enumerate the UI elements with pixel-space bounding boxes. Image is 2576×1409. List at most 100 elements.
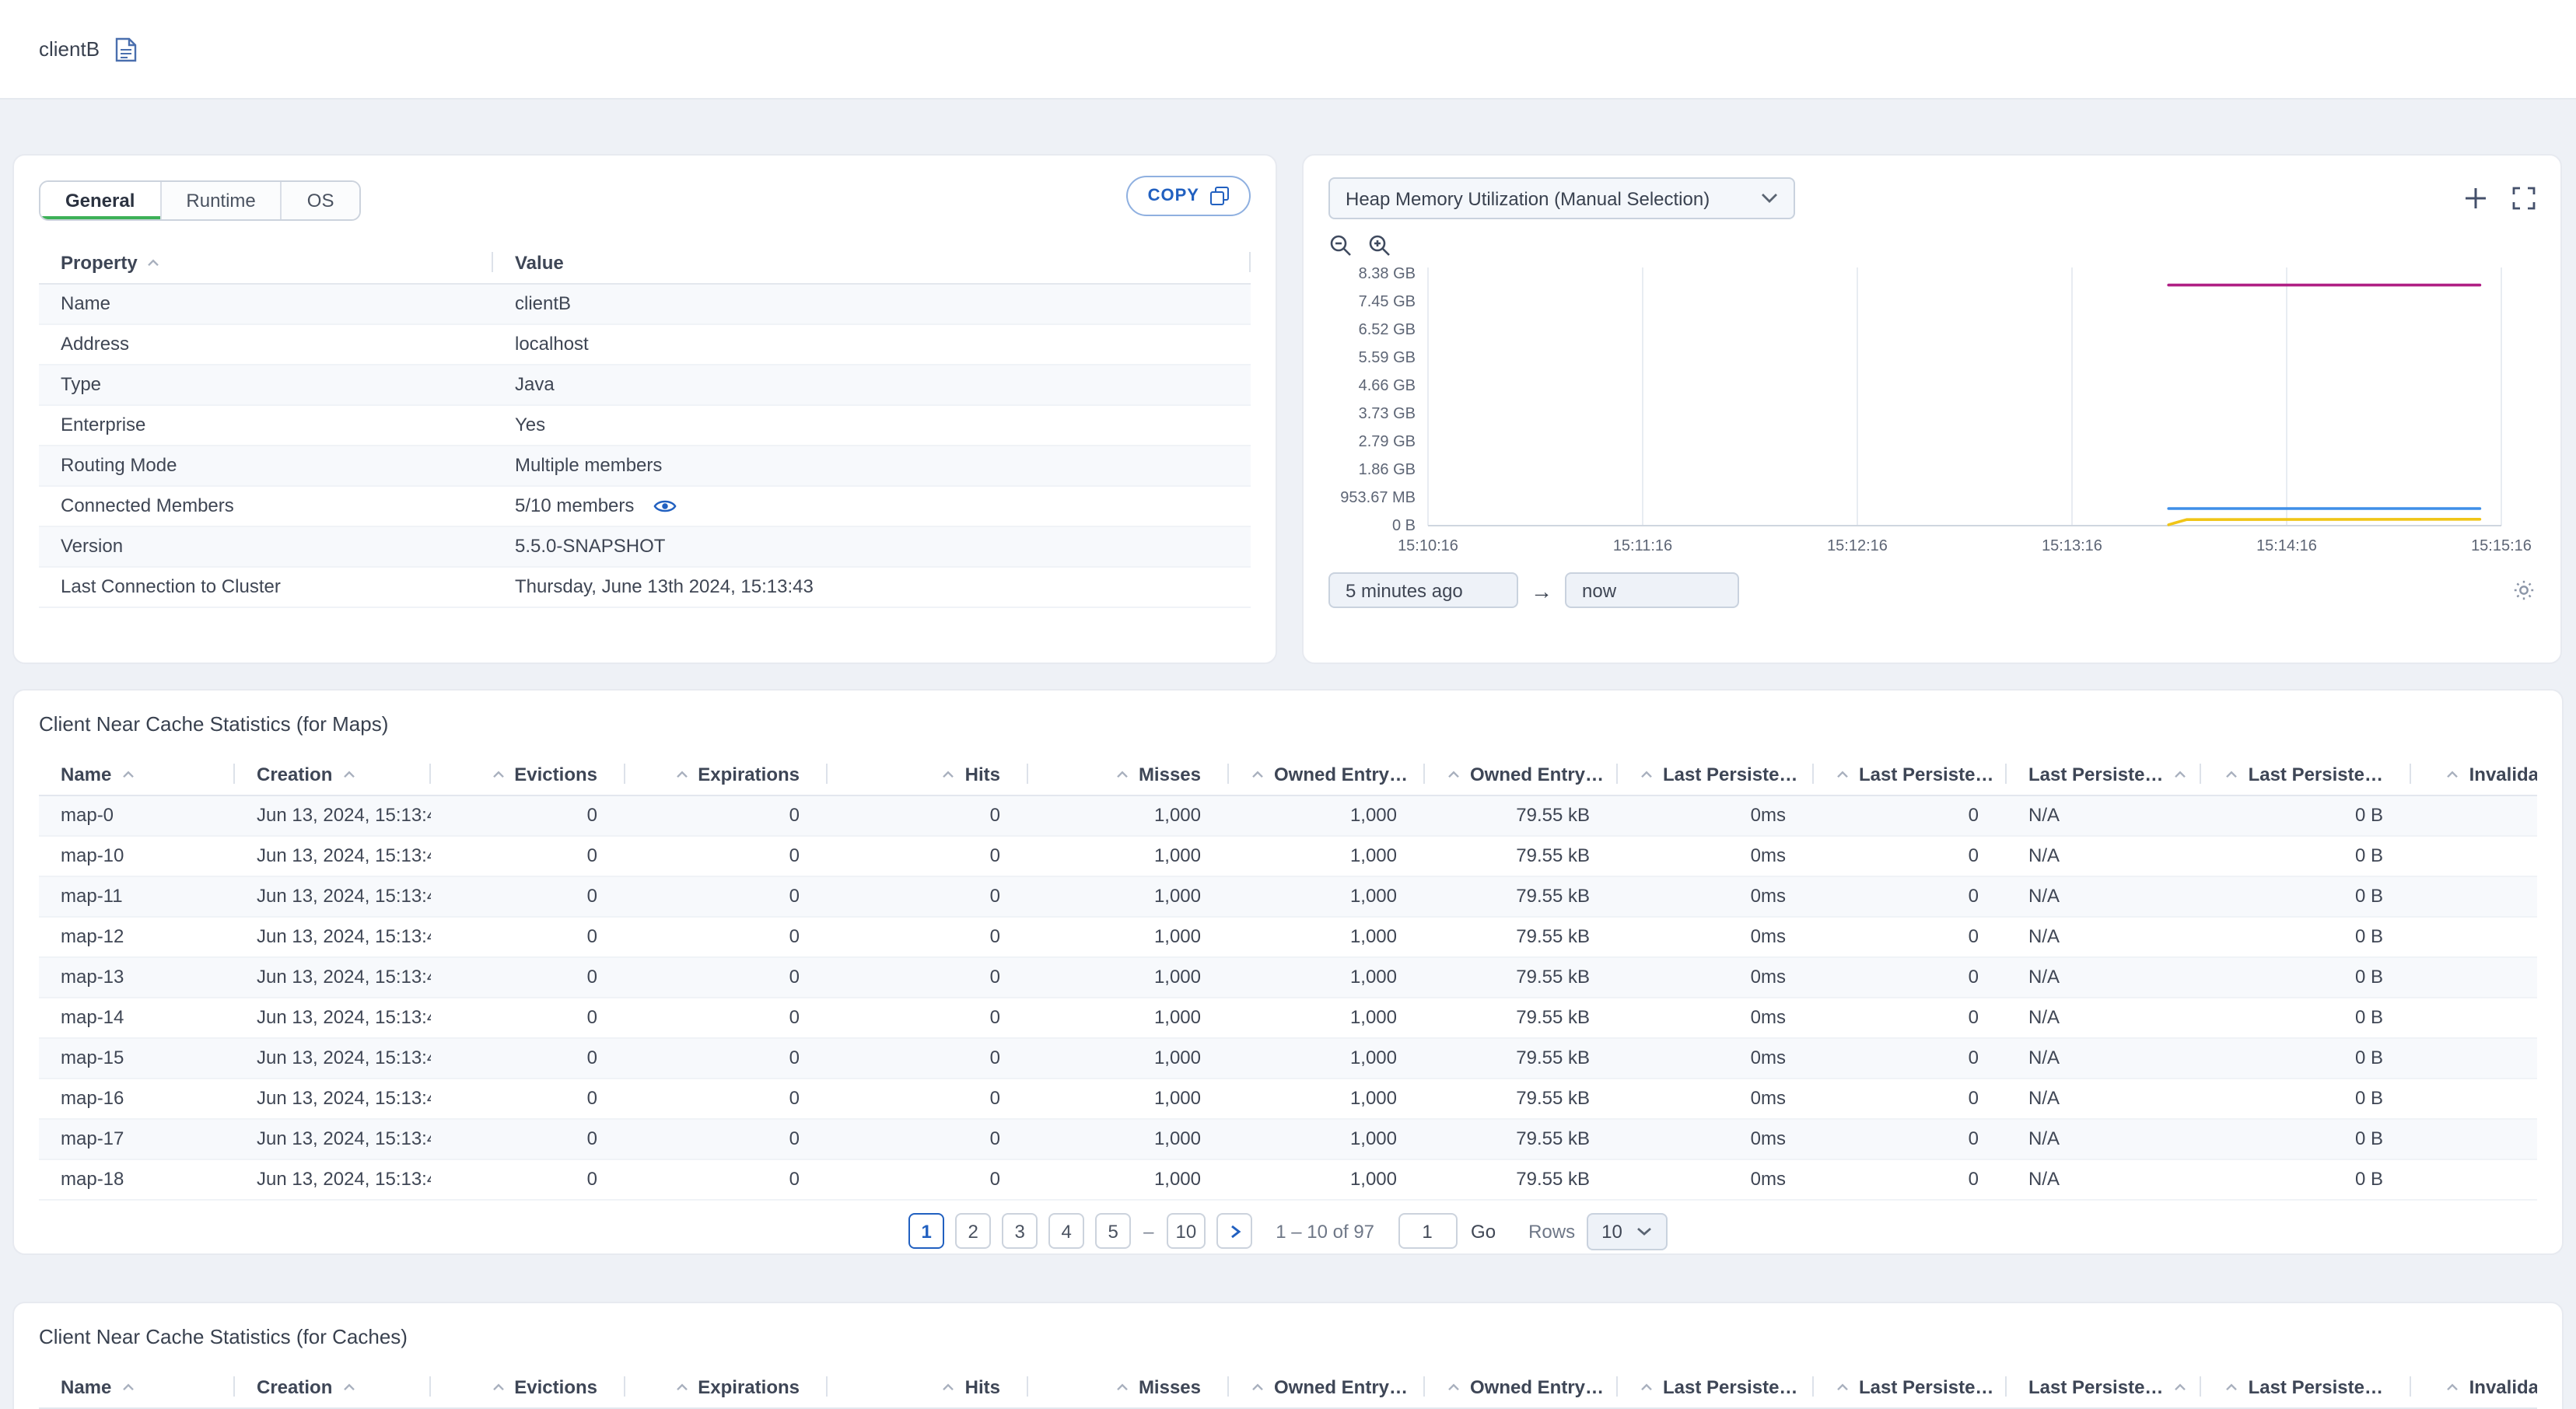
- column-header-1[interactable]: Creation: [235, 754, 431, 795]
- tab-os[interactable]: OS: [282, 182, 359, 219]
- table-row[interactable]: map-18 Jun 13, 2024, 15:13:45 0 0 0 1,000 1,00…: [39, 1159, 2537, 1200]
- column-header-3[interactable]: Expirations: [625, 754, 828, 795]
- zoom-out-icon[interactable]: [1328, 233, 1353, 258]
- column-header-2[interactable]: Evictions: [431, 754, 625, 795]
- column-header-0[interactable]: Name: [39, 754, 235, 795]
- property-cell: Enterprise: [39, 404, 493, 446]
- column-header-property[interactable]: Property: [39, 243, 493, 284]
- column-header-6[interactable]: Owned Entry…: [1229, 1367, 1425, 1408]
- table-row: Connected Members 5/10 members: [39, 485, 1251, 526]
- column-header-value[interactable]: Value: [493, 243, 1251, 284]
- column-header-2[interactable]: Evictions: [431, 1367, 625, 1408]
- table-row[interactable]: map-11 Jun 13, 2024, 15:13:44 0 0 0 1,000 1,00…: [39, 876, 2537, 917]
- column-header-11[interactable]: Last Persiste…: [2201, 754, 2411, 795]
- sort-caret-icon: [942, 1383, 956, 1393]
- column-header-6[interactable]: Owned Entry…: [1229, 754, 1425, 795]
- column-label: Invalida: [2469, 764, 2537, 786]
- value-cell: localhost: [493, 323, 1251, 365]
- column-header-11[interactable]: Last Persiste…: [2201, 1367, 2411, 1408]
- column-header-3[interactable]: Expirations: [625, 1367, 828, 1408]
- sort-caret-icon: [1447, 1383, 1461, 1393]
- chevron-down-icon: [1761, 193, 1778, 204]
- sort-caret-icon: [1251, 1383, 1265, 1393]
- column-header-8[interactable]: Last Persiste…: [1618, 754, 1814, 795]
- caches-stats-card: Client Near Cache Statistics (for Caches…: [12, 1302, 2564, 1409]
- property-cell: Routing Mode: [39, 445, 493, 486]
- page-button-3[interactable]: 3: [1002, 1213, 1038, 1249]
- document-icon[interactable]: [115, 37, 137, 61]
- property-cell: Last Connection to Cluster: [39, 566, 493, 607]
- rows-label: Rows: [1528, 1220, 1576, 1242]
- column-header-12[interactable]: Invalida: [2411, 1367, 2537, 1408]
- y-axis-label: 3.73 GB: [1359, 405, 1416, 422]
- column-header-5[interactable]: Misses: [1028, 1367, 1229, 1408]
- column-header-1[interactable]: Creation: [235, 1367, 431, 1408]
- column-header-4[interactable]: Hits: [828, 754, 1028, 795]
- heap-memory-chart[interactable]: 15:10:16 15:11:16 15:12:16 15:13:16 15:14:16…: [1328, 258, 2539, 566]
- go-button[interactable]: Go: [1471, 1220, 1496, 1242]
- column-label: Owned Entry…: [1274, 764, 1409, 786]
- table-row[interactable]: map-12 Jun 13, 2024, 15:13:45 0 0 0 1,000 1,00…: [39, 916, 2537, 957]
- column-header-9[interactable]: Last Persiste…: [1814, 754, 2007, 795]
- sort-caret-icon: [674, 1383, 688, 1393]
- time-from-input[interactable]: [1328, 572, 1518, 608]
- column-header-12[interactable]: Invalida: [2411, 754, 2537, 795]
- column-header-7[interactable]: Owned Entry…: [1425, 1367, 1618, 1408]
- table-row[interactable]: map-13 Jun 13, 2024, 15:13:45 0 0 0 1,000 1,00…: [39, 956, 2537, 998]
- rows-per-page-value: 10: [1601, 1220, 1622, 1242]
- table-row[interactable]: map-16 Jun 13, 2024, 15:13:45 0 0 0 1,000 1,00…: [39, 1078, 2537, 1119]
- sort-caret-icon: [2446, 1383, 2460, 1393]
- sort-caret-icon: [942, 771, 956, 780]
- y-axis-label: 8.38 GB: [1359, 265, 1416, 282]
- metric-selector-value: Heap Memory Utilization (Manual Selectio…: [1346, 187, 1710, 209]
- column-header-9[interactable]: Last Persiste…: [1814, 1367, 2007, 1408]
- x-axis-label: 15:11:16: [1613, 537, 1672, 554]
- table-row[interactable]: map-14 Jun 13, 2024, 15:13:45 0 0 0 1,000 1,00…: [39, 997, 2537, 1038]
- tab-label: Runtime: [186, 190, 256, 212]
- page-button-10[interactable]: 10: [1166, 1213, 1206, 1249]
- page-button-4[interactable]: 4: [1048, 1213, 1085, 1249]
- table-row: Address localhost: [39, 323, 1251, 365]
- sort-caret-icon: [491, 771, 505, 780]
- add-chart-icon[interactable]: [2464, 187, 2487, 210]
- sort-caret-icon: [1640, 1383, 1654, 1393]
- column-label: Last Persiste…: [2028, 1376, 2164, 1398]
- column-header-10[interactable]: Last Persiste…: [2007, 1367, 2201, 1408]
- page-button-1[interactable]: 1: [908, 1213, 945, 1249]
- page-number-input[interactable]: [1398, 1213, 1458, 1249]
- tab-group: General Runtime OS: [39, 180, 361, 221]
- tab-general[interactable]: General: [40, 182, 162, 219]
- column-label: Name: [61, 1376, 112, 1398]
- next-page-button[interactable]: [1216, 1213, 1253, 1249]
- table-row[interactable]: map-15 Jun 13, 2024, 15:13:45 0 0 0 1,000 1,00…: [39, 1037, 2537, 1079]
- sort-caret-icon: [491, 1383, 505, 1393]
- y-axis-label: 6.52 GB: [1359, 321, 1416, 338]
- column-header-8[interactable]: Last Persiste…: [1618, 1367, 1814, 1408]
- eye-icon[interactable]: [653, 498, 676, 516]
- fullscreen-icon[interactable]: [2512, 187, 2536, 210]
- property-cell: Connected Members: [39, 485, 493, 526]
- copy-button[interactable]: COPY: [1125, 176, 1251, 216]
- maps-stats-card: Client Near Cache Statistics (for Maps) …: [12, 689, 2564, 1255]
- time-to-input[interactable]: [1565, 572, 1739, 608]
- table-row[interactable]: map-10 Jun 13, 2024, 15:13:44 0 0 0 1,000 1,00…: [39, 835, 2537, 876]
- column-header-4[interactable]: Hits: [828, 1367, 1028, 1408]
- page-button-5[interactable]: 5: [1095, 1213, 1132, 1249]
- sort-caret-icon: [1115, 1383, 1129, 1393]
- table-row[interactable]: map-0 Jun 13, 2024, 15:13:43 0 0 0 1,000 1,000…: [39, 795, 2537, 836]
- table-row: Type Java: [39, 364, 1251, 405]
- column-header-10[interactable]: Last Persiste…: [2007, 754, 2201, 795]
- column-header-0[interactable]: Name: [39, 1367, 235, 1408]
- column-header-7[interactable]: Owned Entry…: [1425, 754, 1618, 795]
- zoom-in-icon[interactable]: [1367, 233, 1392, 258]
- x-axis-label: 15:13:16: [2042, 537, 2102, 554]
- metric-selector[interactable]: Heap Memory Utilization (Manual Selectio…: [1328, 177, 1795, 219]
- page-button-2[interactable]: 2: [955, 1213, 992, 1249]
- table-row[interactable]: map-17 Jun 13, 2024, 15:13:45 0 0 0 1,000 1,00…: [39, 1118, 2537, 1159]
- sort-caret-icon: [2225, 771, 2239, 780]
- y-axis-label: 1.86 GB: [1359, 461, 1416, 478]
- rows-per-page-select[interactable]: 10: [1586, 1212, 1668, 1250]
- settings-gear-icon[interactable]: [2512, 579, 2536, 602]
- column-header-5[interactable]: Misses: [1028, 754, 1229, 795]
- tab-runtime[interactable]: Runtime: [161, 182, 282, 219]
